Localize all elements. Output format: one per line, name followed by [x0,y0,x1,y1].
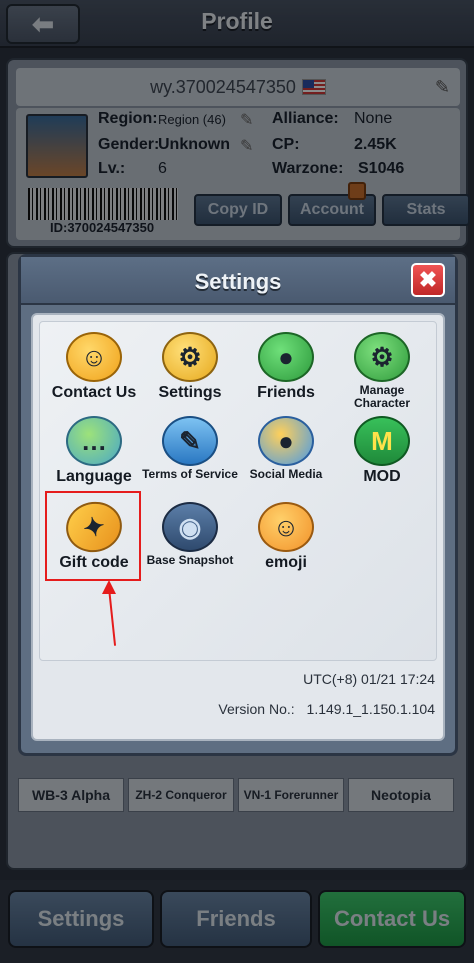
emoji-tile[interactable]: ☺ emoji [238,502,334,584]
terms-of-service-tile[interactable]: ✎ Terms of Service [142,416,238,498]
headset-face-icon: ☺ [66,332,122,382]
mod-m-icon: M [354,416,410,466]
settings-label: Settings [158,384,222,401]
version-info: Version No.: 1.149.1_1.150.1.104 [218,701,435,717]
manage-character-label: Manage Character [353,383,411,411]
terms-of-service-label: Terms of Service [142,467,238,481]
emoji-label: emoji [265,554,307,571]
language-tile[interactable]: … Language [46,416,142,498]
contact-us-tile[interactable]: ☺ Contact Us [46,332,142,414]
base-snapshot-label: Base Snapshot [146,553,234,567]
gears-icon: ⚙ [162,332,218,382]
version-label: Version No.: [218,701,295,717]
emoji-face-icon: ☺ [258,502,314,552]
mod-label: MOD [363,468,401,485]
social-people-icon: ● [258,416,314,466]
person-gear-icon: ⚙ [354,332,410,382]
friends-label: Friends [257,384,315,401]
modal-title: Settings [194,269,282,294]
social-media-tile[interactable]: ● Social Media [238,416,334,498]
gift-code-highlight-box [45,491,141,581]
settings-tile[interactable]: ⚙ Settings [142,332,238,414]
close-icon: ✖ [418,267,438,292]
manage-character-tile[interactable]: ⚙ Manage Character [334,332,430,414]
mod-tile[interactable]: M MOD [334,416,430,498]
base-snapshot-tile[interactable]: ◉ Base Snapshot [142,502,238,584]
settings-modal: Settings ✖ ☺ Contact Us ⚙ Settings ● Fri… [18,254,458,756]
document-quill-icon: ✎ [162,416,218,466]
close-button[interactable]: ✖ [411,263,445,297]
people-icon: ● [258,332,314,382]
utc-time: UTC(+8) 01/21 17:24 [303,671,435,687]
camera-icon: ◉ [162,502,218,552]
speech-bubbles-icon: … [66,416,122,466]
friends-tile[interactable]: ● Friends [238,332,334,414]
contact-us-label: Contact Us [51,384,137,401]
social-media-label: Social Media [249,467,323,481]
modal-header: Settings ✖ [21,257,455,305]
version-value: 1.149.1_1.150.1.104 [306,701,435,717]
modal-body: ☺ Contact Us ⚙ Settings ● Friends ⚙ Mana… [31,313,445,741]
settings-grid: ☺ Contact Us ⚙ Settings ● Friends ⚙ Mana… [39,321,437,661]
language-label: Language [56,468,132,485]
arrow-shaft [108,587,117,646]
